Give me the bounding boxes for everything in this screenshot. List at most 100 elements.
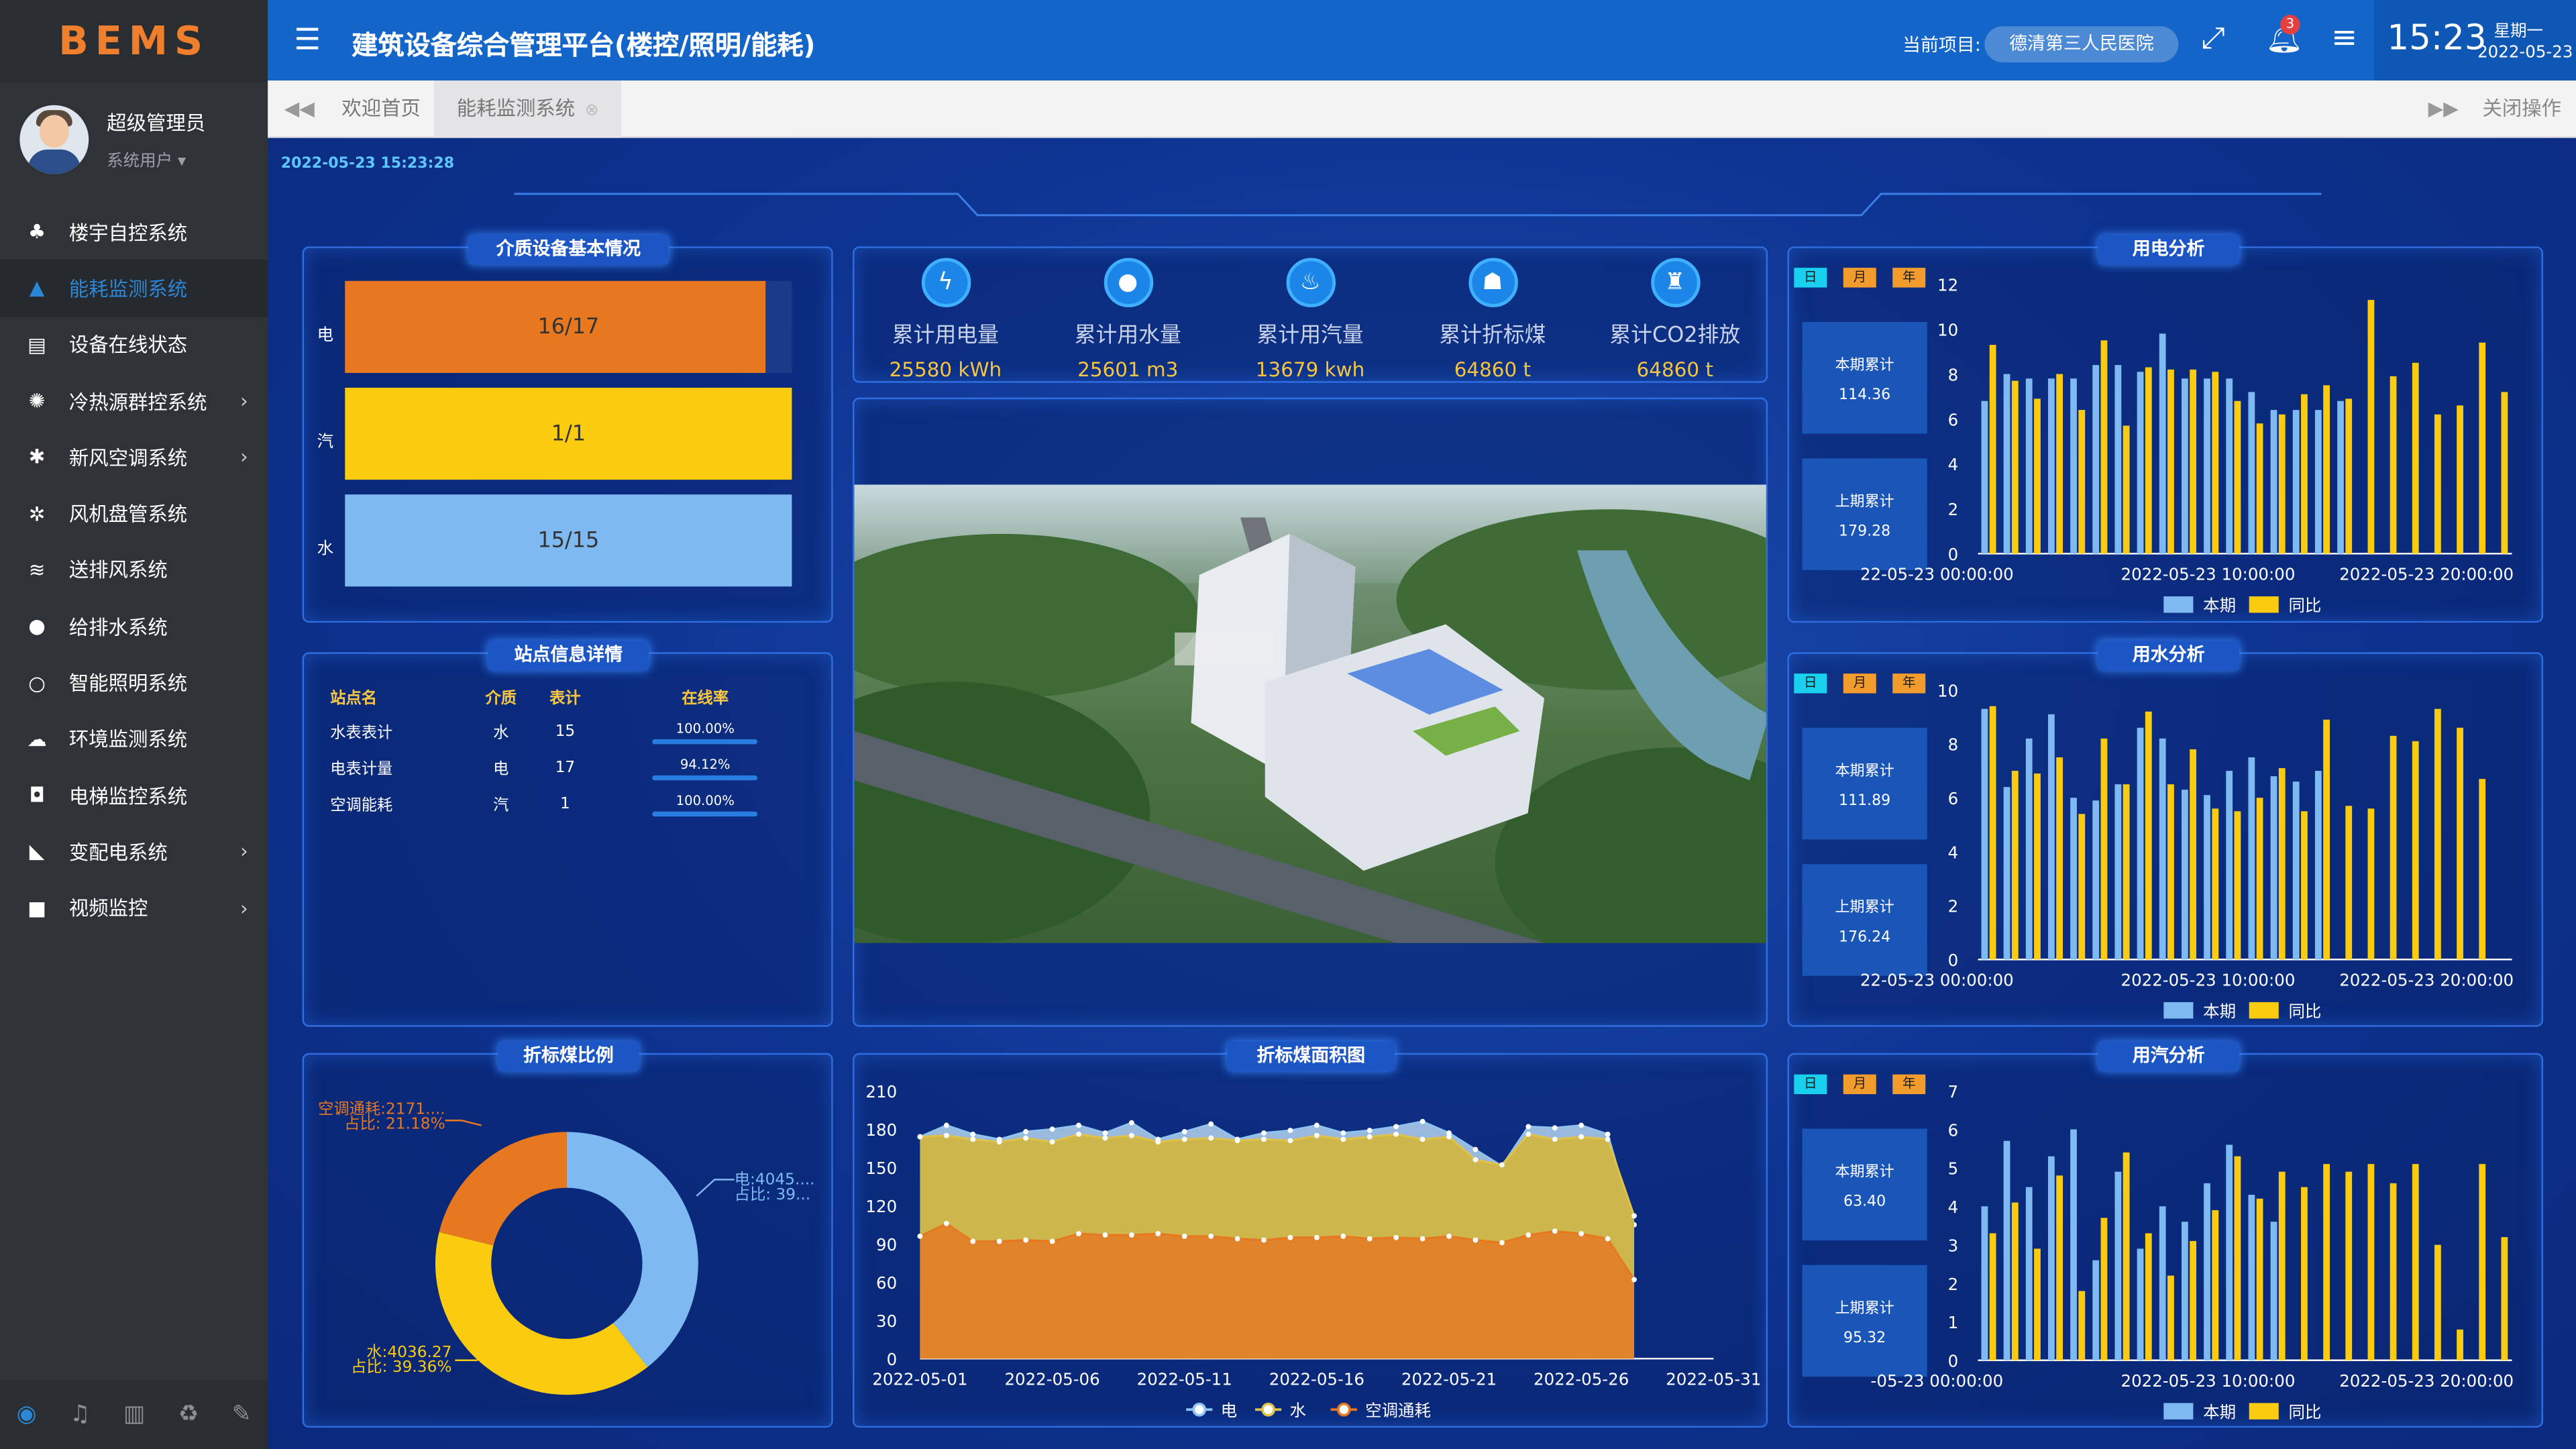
clock-weekday: 星期一 xyxy=(2493,23,2544,42)
sidebar-item-11[interactable]: ◣ 变配电系统 › xyxy=(0,824,268,880)
list-menu-icon[interactable]: ≡ xyxy=(2331,19,2357,56)
bar-current xyxy=(2025,378,2033,554)
pie-label-line xyxy=(445,1119,482,1126)
menu-toggle-icon[interactable]: ☰ xyxy=(294,23,321,57)
legend-current-swatch xyxy=(2163,1403,2194,1419)
legend-marker xyxy=(1192,1402,1207,1417)
medium-bar-value: 16/17 xyxy=(537,314,600,339)
online-rate-bar xyxy=(652,774,758,780)
sidebar-item-2[interactable]: ▤ 设备在线状态 xyxy=(0,317,268,373)
bar-current xyxy=(2181,378,2188,554)
station-header: 在线率 xyxy=(682,690,729,708)
data-point xyxy=(970,1131,976,1137)
tab-home[interactable]: 欢迎首页 xyxy=(319,80,443,138)
tab-scroll-right-icon[interactable]: ▶▶ xyxy=(2428,97,2459,119)
sidebar: BEMS 超级管理员 系统用户 ▾ ♣ 楼宇自控系统 ▲ 能耗监测系统 ▤ 设备在线状态 ✺… xyxy=(0,0,268,1449)
coal-area-panel: 折标煤面积图 0 30 60 90 120 150 180 210 2022-05-01 2022… xyxy=(853,1041,1768,1428)
data-point xyxy=(1076,1231,1081,1236)
data-point xyxy=(943,1220,949,1226)
bar-yoy xyxy=(2034,398,2041,554)
bar-current xyxy=(2092,1260,2100,1360)
circle-icon: ○ xyxy=(28,671,46,694)
bar-chart-icon[interactable]: ▥ xyxy=(123,1401,145,1428)
data-point xyxy=(1499,1162,1505,1168)
sidebar-item-12[interactable]: ■ 视频监控 › xyxy=(0,880,268,936)
bar-yoy xyxy=(2367,1164,2375,1360)
bar-yoy xyxy=(2323,719,2330,960)
data-point xyxy=(1287,1234,1293,1240)
data-point xyxy=(996,1238,1002,1244)
bar-current xyxy=(2314,771,2322,960)
bar-current xyxy=(2204,378,2210,554)
sidebar-item-label: 给排水系统 xyxy=(68,615,168,639)
bar-current xyxy=(2292,782,2300,960)
legend-marker xyxy=(1336,1402,1351,1417)
pie-slice xyxy=(566,1132,698,1367)
bar-yoy xyxy=(1989,1233,1996,1360)
data-point xyxy=(1631,1277,1637,1283)
user-role-dropdown[interactable]: 系统用户 ▾ xyxy=(107,146,205,171)
bar-yoy xyxy=(2412,741,2419,960)
bar-yoy xyxy=(2457,1329,2463,1360)
bar-yoy xyxy=(2390,376,2397,554)
project-selector[interactable]: 德清第三人民医院 xyxy=(1984,26,2179,63)
bar-yoy xyxy=(2123,1152,2130,1360)
sidebar-item-6[interactable]: ≋ 送排风系统 xyxy=(0,542,268,598)
sidebar-item-9[interactable]: ☁ 环境监测系统 xyxy=(0,711,268,767)
bar-yoy xyxy=(2145,367,2152,554)
y-tick-label: 7 xyxy=(1948,1082,1959,1102)
y-tick-label: 4 xyxy=(1948,843,1959,862)
x-tick-label: -05-23 00:00:00 xyxy=(1871,1371,2004,1391)
line-chart-icon: ◣ xyxy=(29,840,45,863)
data-point xyxy=(943,1132,949,1138)
data-point xyxy=(1366,1134,1373,1140)
sidebar-item-1[interactable]: ▲ 能耗监测系统 xyxy=(0,260,268,317)
tab-energy-monitor[interactable]: 能耗监测系统 ⊗ xyxy=(433,80,622,138)
eye-icon[interactable]: ◉ xyxy=(17,1401,37,1428)
tab-close-icon[interactable]: ⊗ xyxy=(585,102,599,120)
avatar[interactable] xyxy=(19,105,89,174)
data-point xyxy=(1287,1138,1293,1144)
close-operations-button[interactable]: 关闭操作 xyxy=(2482,80,2561,138)
data-point xyxy=(1208,1135,1214,1141)
bell-icon[interactable]: ♫ xyxy=(70,1401,91,1428)
bar-yoy xyxy=(2256,1198,2263,1360)
x-tick-label: 22-05-23 00:00:00 xyxy=(1860,970,2014,989)
sidebar-item-5[interactable]: ✲ 风机盘管系统 xyxy=(0,486,268,542)
data-point xyxy=(1234,1138,1240,1144)
sidebar-item-4[interactable]: ✱ 新风空调系统 › xyxy=(0,429,268,486)
water-drop-icon: ● xyxy=(1103,258,1152,307)
y-tick-label: 6 xyxy=(1948,789,1959,808)
factory-icon: ♜ xyxy=(1650,258,1700,307)
sidebar-item-8[interactable]: ○ 智能照明系统 xyxy=(0,655,268,711)
wrench-icon[interactable]: ✎ xyxy=(232,1401,252,1428)
data-point xyxy=(1049,1139,1055,1145)
sidebar-item-3[interactable]: ✺ 冷热源群控系统 › xyxy=(0,373,268,429)
y-tick-label: 1 xyxy=(1948,1313,1959,1332)
recycle-icon[interactable]: ♻ xyxy=(178,1401,199,1428)
y-tick-label: 3 xyxy=(1948,1236,1959,1255)
bar-yoy xyxy=(2412,362,2419,554)
project-label: 当前项目: xyxy=(1902,34,1981,56)
data-point xyxy=(1023,1129,1029,1134)
y-tick-label: 180 xyxy=(865,1120,897,1140)
stat-value: 64860 t xyxy=(1454,358,1532,382)
steam-bar-chart: 0 1 2 3 4 5 6 7 -05-23 00:00:00 2022-05-23 10:00:… xyxy=(1871,1082,2514,1422)
hospital-aerial-image xyxy=(854,484,1766,943)
top-bar: ☰ 建筑设备综合管理平台(楼控/照明/能耗) 当前项目: 德清第三人民医院 ⤢ … xyxy=(268,0,2576,81)
fullscreen-icon[interactable]: ⤢ xyxy=(2202,21,2225,56)
sidebar-item-label: 环境监测系统 xyxy=(68,728,188,751)
data-point xyxy=(1102,1135,1108,1141)
sidebar-item-10[interactable]: ◘ 电梯监控系统 xyxy=(0,767,268,824)
tab-bar: ◀◀ 欢迎首页 能耗监测系统 ⊗ ▶▶ 关闭操作 xyxy=(268,80,2576,138)
fan-icon: ✲ xyxy=(28,502,46,525)
pie-label-line xyxy=(696,1179,735,1197)
spinner-icon: ✺ xyxy=(28,389,46,413)
sidebar-item-0[interactable]: ♣ 楼宇自控系统 xyxy=(0,204,268,260)
legend-current-label: 本期 xyxy=(2203,1002,2236,1021)
y-tick-label: 120 xyxy=(865,1197,897,1216)
station-cell-name: 空调能耗 xyxy=(330,796,393,815)
sidebar-item-7[interactable]: ● 给排水系统 xyxy=(0,598,268,655)
y-tick-label: 2 xyxy=(1948,897,1959,916)
tab-scroll-left-icon[interactable]: ◀◀ xyxy=(284,97,315,119)
